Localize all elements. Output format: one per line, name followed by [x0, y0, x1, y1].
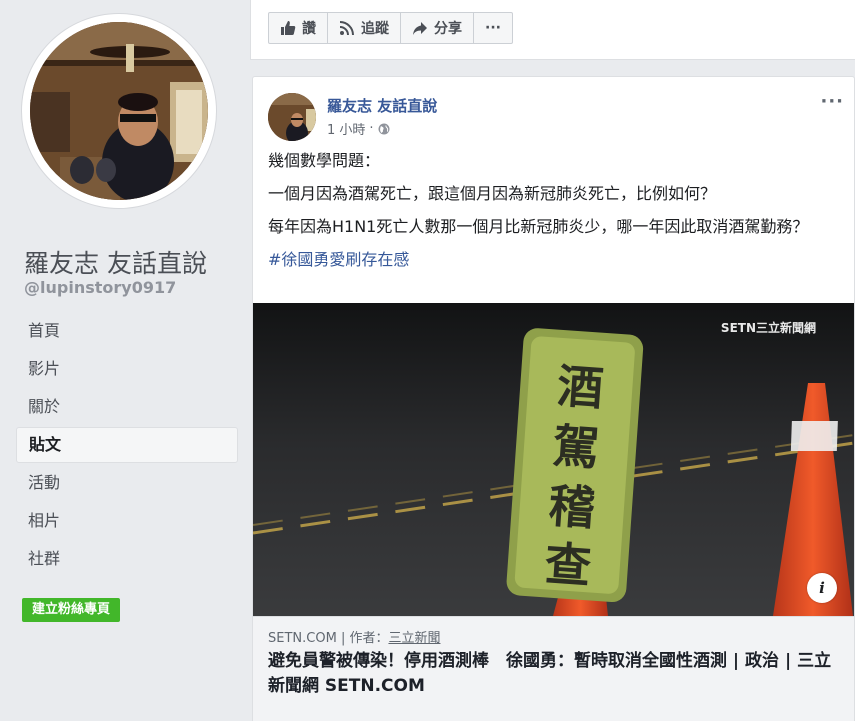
post-body: 幾個數學問題： 一個月因為酒駕死亡，跟這個月因為新冠肺炎死亡，比例如何？ 每年因…	[268, 149, 838, 281]
create-page-button[interactable]: 建立粉絲專頁	[22, 598, 121, 622]
link-domain-line: SETN.COM | 作者：三立新聞	[268, 627, 440, 646]
page-action-card: 讚 追蹤 分享 ···	[250, 0, 855, 60]
nav-item-videos[interactable]: 影片	[16, 351, 238, 387]
nav-item-community[interactable]: 社群	[16, 541, 238, 577]
page-name[interactable]: 羅友志 友話直說	[24, 244, 207, 280]
page-action-bar: 讚 追蹤 分享 ···	[268, 12, 513, 44]
meta-separator: ·	[369, 121, 374, 136]
nav-item-posts[interactable]: 貼文	[16, 427, 238, 463]
post-line-2: 一個月因為酒駕死亡，跟這個月因為新冠肺炎死亡，比例如何？	[268, 184, 717, 203]
post-author-name[interactable]: 羅友志 友話直說	[327, 95, 437, 116]
like-label: 讚	[302, 21, 316, 37]
rss-icon	[339, 21, 354, 36]
link-author-prefix: | 作者：	[340, 631, 389, 646]
thumbs-up-icon	[281, 21, 296, 35]
link-preview-caption[interactable]: SETN.COM | 作者：三立新聞 避免員警被傳染！停用酒測棒 徐國勇：暫時取…	[253, 616, 854, 721]
setn-watermark: SETN三立新聞網	[720, 321, 816, 335]
post-options-button[interactable]: ···	[820, 91, 844, 112]
link-domain: SETN.COM	[268, 631, 337, 646]
post-author-avatar[interactable]	[268, 93, 316, 141]
link-author[interactable]: 三立新聞	[388, 631, 440, 646]
svg-text:查: 查	[543, 536, 593, 593]
post-line-3: 每年因為H1N1死亡人數那一個月比新冠肺炎少，哪一年因此取消酒駕勤務？	[268, 217, 809, 236]
svg-text:駕: 駕	[551, 419, 601, 476]
follow-label: 追蹤	[361, 21, 389, 37]
share-label: 分享	[434, 21, 462, 37]
share-arrow-icon	[413, 22, 427, 35]
share-button[interactable]: 分享	[401, 13, 474, 43]
link-title[interactable]: 避免員警被傳染！停用酒測棒 徐國勇：暫時取消全國性酒測 | 政治 | 三立新聞網…	[268, 649, 840, 699]
more-dots-icon: ···	[485, 20, 501, 36]
globe-icon[interactable]	[378, 123, 390, 135]
page-nav: 首頁 影片 關於 貼文 活動 相片 社群	[16, 313, 238, 579]
svg-text:酒: 酒	[555, 359, 605, 416]
post-card: 羅友志 友話直說 1 小時 · ··· 幾個數學問題： 一個月因為酒駕死亡，跟這…	[252, 76, 855, 721]
more-options-button[interactable]: ···	[474, 13, 512, 43]
nav-item-events[interactable]: 活動	[16, 465, 238, 501]
nav-item-about[interactable]: 關於	[16, 389, 238, 425]
link-preview-image[interactable]: 酒 駕 稽 查 SETN三立新聞網 i	[253, 303, 854, 616]
svg-text:稽: 稽	[547, 478, 597, 535]
info-icon[interactable]: i	[807, 573, 837, 603]
follow-button[interactable]: 追蹤	[328, 13, 401, 43]
post-line-1: 幾個數學問題：	[268, 151, 381, 170]
profile-picture[interactable]	[22, 14, 216, 208]
like-button[interactable]: 讚	[269, 13, 328, 43]
nav-item-photos[interactable]: 相片	[16, 503, 238, 539]
post-hashtag[interactable]: #徐國勇愛刷存在感	[268, 250, 409, 269]
nav-item-home[interactable]: 首頁	[16, 313, 238, 349]
post-meta: 1 小時 ·	[327, 119, 390, 138]
profile-photo	[30, 22, 208, 200]
page-handle[interactable]: @lupinstory0917	[24, 278, 176, 297]
post-timestamp[interactable]: 1 小時	[327, 119, 365, 138]
page-sidebar: 羅友志 友話直說 @lupinstory0917 首頁 影片 關於 貼文 活動 …	[0, 0, 250, 721]
